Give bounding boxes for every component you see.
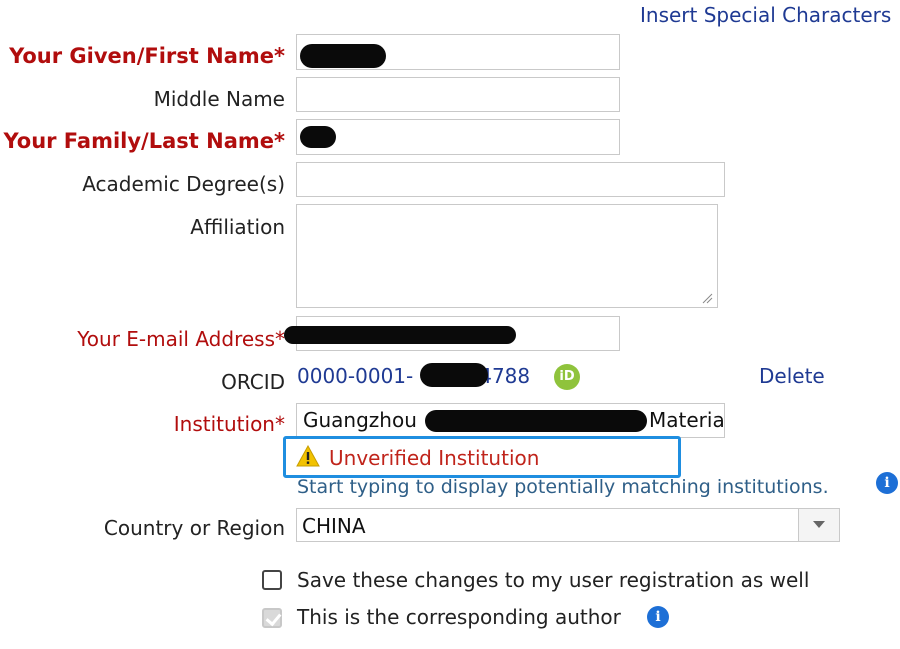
redaction-mark (284, 326, 516, 344)
orcid-id-link[interactable]: 0000-0001- 4788 (297, 364, 530, 388)
save-changes-label[interactable]: Save these changes to my user registrati… (297, 568, 809, 592)
family-name-input[interactable] (296, 119, 620, 155)
institution-value-start: Guangzhou (303, 408, 417, 432)
dropdown-button[interactable] (798, 509, 839, 541)
chevron-down-icon (813, 521, 825, 528)
given-name-label: Your Given/First Name* (9, 44, 285, 68)
institution-value-end: Materia (649, 408, 725, 432)
academic-degree-input[interactable] (296, 162, 725, 197)
info-icon[interactable]: i (647, 606, 669, 628)
delete-orcid-link[interactable]: Delete (759, 364, 825, 388)
insert-special-characters-link[interactable]: Insert Special Characters (640, 3, 891, 27)
redaction-mark (300, 126, 336, 148)
country-label: Country or Region (103, 516, 285, 540)
redaction-mark (420, 363, 488, 387)
orcid-id-prefix: 0000-0001- (297, 364, 414, 388)
resize-handle-icon[interactable] (701, 292, 713, 304)
country-select[interactable]: CHINA (296, 508, 840, 542)
institution-label: Institution* (173, 412, 285, 436)
corresponding-author-checkbox (262, 608, 282, 628)
unverified-institution-status: Unverified Institution (329, 446, 540, 470)
family-name-label: Your Family/Last Name* (3, 129, 285, 153)
corresponding-author-label: This is the corresponding author (297, 605, 621, 629)
orcid-icon: iD (554, 364, 580, 390)
checkmark-icon (265, 609, 282, 627)
save-changes-checkbox[interactable] (262, 570, 282, 590)
email-label: Your E-mail Address* (77, 327, 285, 351)
academic-degree-label: Academic Degree(s) (82, 172, 285, 196)
info-icon[interactable]: i (876, 472, 898, 494)
redaction-mark (425, 410, 647, 432)
country-selected-value: CHINA (302, 514, 366, 538)
institution-hint: Start typing to display potentially matc… (297, 476, 829, 498)
affiliation-label: Affiliation (190, 215, 285, 239)
author-details-form: Insert Special Characters Your Given/Fir… (0, 0, 900, 649)
redaction-mark (300, 44, 386, 68)
warning-icon (296, 445, 320, 467)
orcid-label: ORCID (221, 370, 285, 394)
affiliation-textarea[interactable] (296, 204, 718, 308)
middle-name-label: Middle Name (153, 87, 285, 111)
middle-name-input[interactable] (296, 77, 620, 112)
